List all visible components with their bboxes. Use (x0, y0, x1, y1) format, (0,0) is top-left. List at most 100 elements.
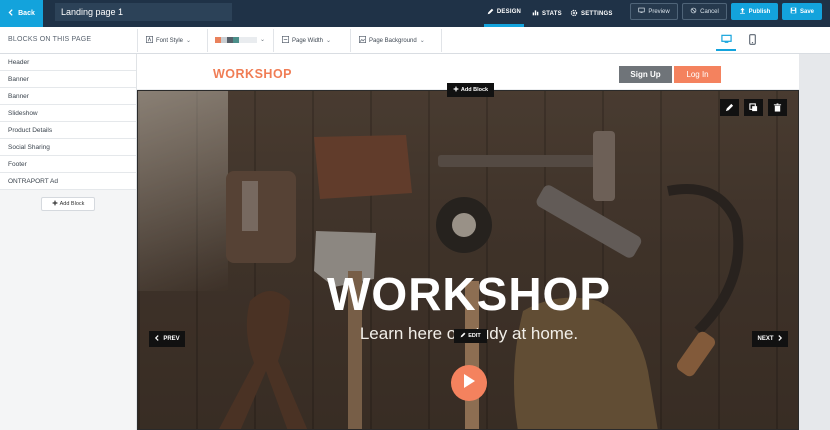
page-width-icon (282, 36, 289, 45)
image-icon (359, 36, 366, 45)
save-label: Save (799, 8, 814, 15)
page-width-label: Page Width (292, 37, 324, 44)
trash-icon (773, 99, 782, 117)
chevron-down-icon: ⌄ (419, 38, 425, 44)
edit-block-button[interactable] (720, 99, 739, 116)
tab-design-label: DESIGN (496, 9, 522, 15)
cancel-button[interactable]: Cancel (682, 3, 727, 20)
save-button[interactable]: Save (782, 3, 822, 20)
list-item[interactable]: Slideshow (0, 105, 136, 122)
divider (273, 29, 274, 52)
divider (350, 29, 351, 52)
block-label: Banner (8, 75, 29, 83)
page-width-dropdown[interactable]: Page Width ⌄ (282, 36, 331, 45)
divider (207, 29, 208, 52)
desktop-view-button[interactable] (716, 31, 736, 51)
banner-block[interactable]: WORKSHOP Learn here or study at home. PR… (137, 90, 799, 430)
bar-chart-icon (532, 9, 539, 18)
add-block-label: Add Block (460, 87, 489, 93)
pencil-icon (725, 99, 734, 117)
canvas-gutter (799, 54, 830, 430)
chevron-down-icon: ⌄ (186, 38, 192, 44)
preview-button[interactable]: Preview (630, 3, 678, 20)
back-label: Back (18, 10, 35, 17)
list-item[interactable]: Banner (0, 71, 136, 88)
add-block-button[interactable]: Add Block (447, 83, 494, 97)
duplicate-block-button[interactable] (744, 99, 763, 116)
edit-label: EDIT (468, 333, 481, 339)
add-block-label: Add Block (59, 201, 85, 207)
play-icon (462, 373, 476, 394)
blocks-panel-title: BLOCKS ON THIS PAGE (8, 36, 92, 43)
editor-toolbar: BLOCKS ON THIS PAGE Font Style ⌄ ⌄ Page … (0, 27, 830, 54)
back-button[interactable]: Back (0, 0, 43, 27)
ban-icon (690, 7, 697, 16)
block-label: ONTRAPORT Ad (8, 177, 58, 185)
top-bar: Back Landing page 1 DESIGN STATS SETTING… (0, 0, 830, 27)
prev-label: PREV (163, 336, 180, 342)
upload-icon (739, 7, 746, 16)
sign-up-button[interactable]: Sign Up (619, 66, 672, 83)
preview-label: Preview (648, 8, 670, 15)
cancel-label: Cancel (700, 8, 719, 15)
prev-slide-button[interactable]: PREV (149, 331, 185, 347)
list-item[interactable]: Product Details (0, 122, 136, 139)
block-label: Header (8, 58, 30, 66)
hero-title: WORKSHOP (327, 268, 611, 320)
font-style-dropdown[interactable]: Font Style ⌄ (146, 36, 191, 45)
tab-settings-label: SETTINGS (581, 10, 613, 17)
list-item[interactable]: Header (0, 54, 136, 71)
chevron-down-icon: ⌄ (260, 37, 266, 43)
mobile-view-button[interactable] (742, 31, 762, 51)
block-label: Banner (8, 92, 29, 100)
color-palette-dropdown[interactable]: ⌄ (215, 36, 265, 43)
edit-text-button[interactable]: EDIT (454, 329, 487, 343)
block-label: Product Details (8, 126, 53, 134)
font-style-label: Font Style (156, 37, 184, 44)
desktop-icon (720, 31, 732, 49)
log-in-button[interactable]: Log In (674, 66, 721, 83)
page-background-dropdown[interactable]: Page Background ⌄ (359, 36, 425, 45)
list-item[interactable]: Banner (0, 88, 136, 105)
pencil-icon (460, 332, 466, 340)
page-canvas: WORKSHOP Sign Up Log In Add Block WORKSH… (137, 54, 830, 430)
publish-label: Publish (748, 8, 771, 15)
page-background-label: Page Background (369, 37, 417, 44)
chevron-left-icon (154, 335, 160, 343)
divider (137, 29, 138, 52)
divider (441, 29, 442, 52)
list-item[interactable]: Social Sharing (0, 139, 136, 156)
tab-stats[interactable]: STATS (532, 0, 562, 27)
list-item[interactable]: Footer (0, 156, 136, 173)
blocks-sidebar: Header Banner Banner Slideshow Product D… (0, 54, 137, 430)
monitor-icon (638, 7, 645, 16)
font-icon (146, 36, 153, 45)
tab-stats-label: STATS (542, 10, 562, 17)
list-item[interactable]: ONTRAPORT Ad (0, 173, 136, 190)
pencil-icon (487, 8, 494, 17)
publish-button[interactable]: Publish (731, 3, 778, 20)
plus-icon (52, 200, 58, 208)
block-label: Footer (8, 160, 27, 168)
page-name-field[interactable]: Landing page 1 (55, 3, 232, 21)
floppy-icon (790, 7, 797, 16)
block-label: Slideshow (8, 109, 38, 117)
block-label: Social Sharing (8, 143, 50, 151)
next-label: NEXT (757, 336, 774, 342)
tab-design[interactable]: DESIGN (484, 0, 524, 27)
add-block-button[interactable]: Add Block (41, 197, 95, 211)
next-slide-button[interactable]: NEXT (752, 331, 788, 347)
logo: WORKSHOP (213, 67, 292, 81)
play-video-button[interactable] (451, 365, 487, 401)
chevron-down-icon: ⌄ (326, 38, 332, 44)
mobile-icon (748, 32, 756, 50)
swatch-spacer (239, 36, 257, 43)
arrow-left-icon (8, 9, 15, 18)
copy-icon (749, 99, 758, 117)
delete-block-button[interactable] (768, 99, 787, 116)
palette-swatches (215, 36, 257, 43)
chevron-right-icon (777, 335, 783, 343)
gear-icon (570, 9, 578, 19)
tab-settings[interactable]: SETTINGS (570, 0, 613, 27)
plus-icon (453, 86, 459, 94)
